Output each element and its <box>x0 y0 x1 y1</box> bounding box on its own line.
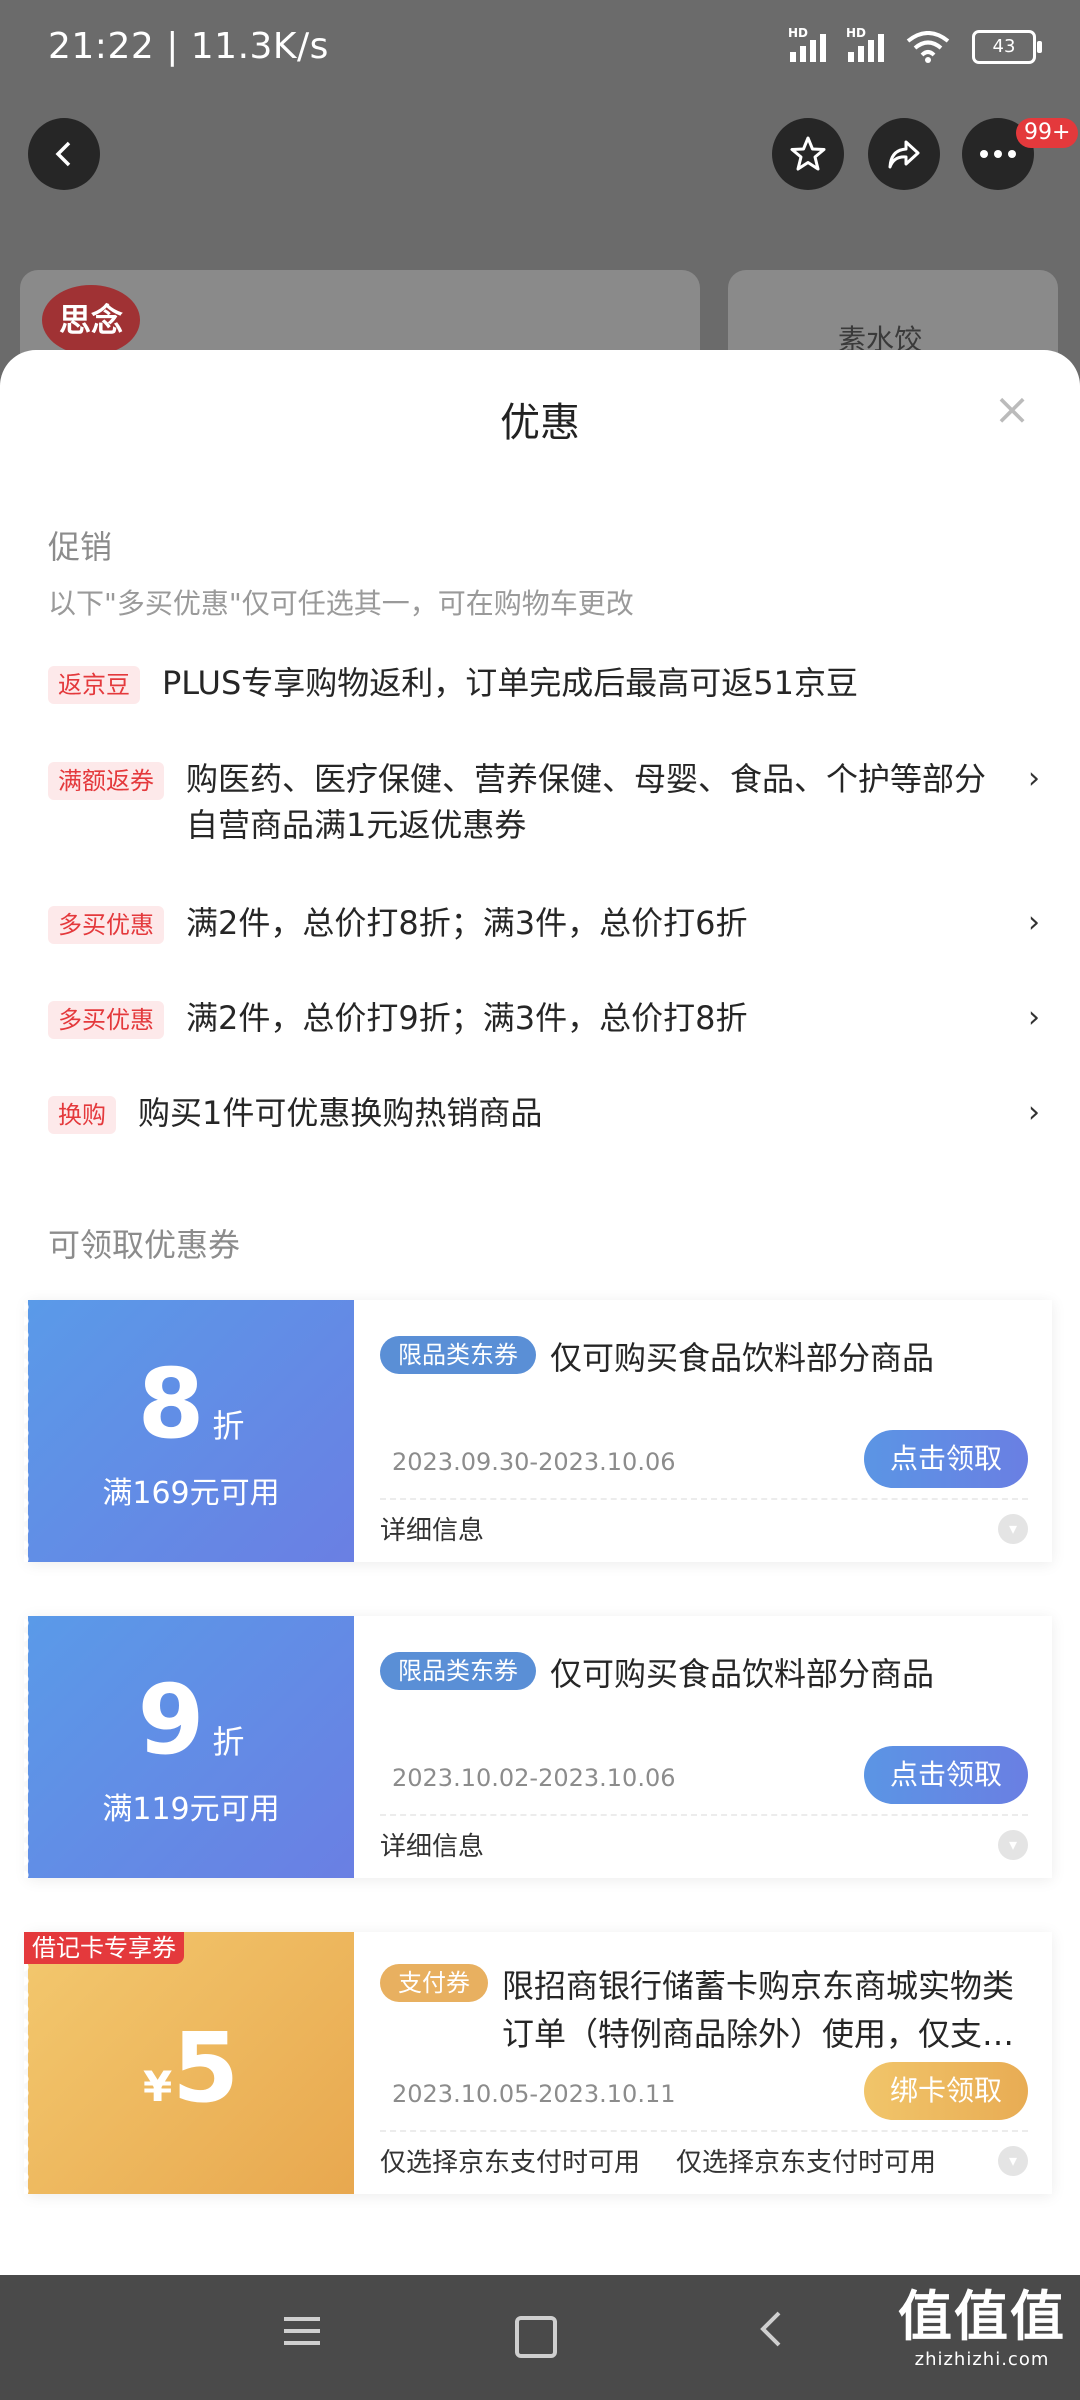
promotion-tag: 满额返券 <box>48 762 164 800</box>
coupon-description: 仅可购买食品饮料部分商品 <box>550 1655 935 1693</box>
chevron-down-icon[interactable]: ▾ <box>998 1830 1028 1860</box>
coupon-footer: 仅选择京东支付时可用 仅选择京东支付时可用 <box>380 2142 936 2179</box>
more-dots-icon <box>980 150 1016 158</box>
battery-icon: 43 <box>972 30 1042 64</box>
divider <box>380 2130 1028 2132</box>
chevron-down-icon[interactable]: ▾ <box>998 1514 1028 1544</box>
system-back-button[interactable] <box>742 2303 802 2363</box>
discount-sheet: 优惠 × 促销 以下"多买优惠"仅可任选其一，可在购物车更改 返京豆 PLUS专… <box>0 350 1080 2275</box>
share-button[interactable] <box>868 118 940 190</box>
coupon-card: 8折 满169元可用 限品类东券 仅可购买食品饮料部分商品 2023.09.30… <box>24 1300 1052 1562</box>
chevron-right-icon: › <box>1028 1095 1040 1130</box>
signal-2-icon: HD <box>846 26 884 62</box>
coupon-section-title: 可领取优惠券 <box>48 1226 241 1264</box>
signal-1-icon: HD <box>788 26 826 62</box>
status-time: 21:22 | 11.3K/s <box>48 26 329 67</box>
coupon-discount-value: 8 <box>137 1348 205 1460</box>
chevron-right-icon: › <box>1028 761 1040 796</box>
watermark: 值值值 zhizhizhi.com <box>898 2285 1066 2370</box>
coupon-card: ¥5 借记卡专享券 支付券 限招商银行储蓄卡购京东商城实物类订单（特例商品除外）… <box>24 1932 1052 2194</box>
favorite-button[interactable] <box>772 118 844 190</box>
system-nav-bar: 值值值 zhizhizhi.com <box>0 2275 1080 2400</box>
promotion-item[interactable]: 多买优惠 满2件，总价打8折；满3件，总价打6折 › <box>48 900 1040 946</box>
promotion-tag: 多买优惠 <box>48 1001 164 1039</box>
bind-card-claim-button[interactable]: 绑卡领取 <box>864 2062 1028 2120</box>
menu-icon <box>284 2317 320 2345</box>
watermark-logo: 值值值 <box>898 2285 1066 2348</box>
back-button[interactable] <box>28 118 100 190</box>
coupon-description: 限招商银行储蓄卡购京东商城实物类订单（特例商品除外）使用，仅支持有… <box>502 1967 1015 2053</box>
coupon-corner-tag: 借记卡专享券 <box>24 1932 184 1964</box>
currency-symbol: ¥ <box>142 2062 173 2111</box>
coupon-condition: 满169元可用 <box>102 1476 280 1511</box>
coupon-details-link[interactable]: 详细信息 <box>380 1510 484 1547</box>
coupon-details-link[interactable]: 详细信息 <box>380 1826 484 1863</box>
notification-badge: 99+ <box>1016 118 1079 148</box>
close-icon[interactable]: × <box>992 388 1032 432</box>
wifi-icon <box>906 31 950 63</box>
recents-menu-button[interactable] <box>272 2303 332 2363</box>
chevron-down-icon[interactable]: ▾ <box>998 2146 1028 2176</box>
coupon-description: 仅可购买食品饮料部分商品 <box>550 1339 935 1377</box>
coupon-type-tag: 限品类东券 <box>380 1336 536 1374</box>
promotion-item[interactable]: 换购 购买1件可优惠换购热销商品 › <box>48 1090 1040 1136</box>
chevron-right-icon: › <box>1028 1000 1040 1035</box>
chevron-right-icon: › <box>1028 905 1040 940</box>
coupon-date: 2023.09.30-2023.10.06 <box>392 1448 676 1476</box>
watermark-site: zhizhizhi.com <box>914 2349 1050 2370</box>
coupon-card: 9折 满119元可用 限品类东券 仅可购买食品饮料部分商品 2023.10.02… <box>24 1616 1052 1878</box>
coupon-condition: 满119元可用 <box>102 1792 280 1827</box>
coupon-footer-text: 仅选择京东支付时可用 <box>380 2148 641 2178</box>
coupon-date: 2023.10.05-2023.10.11 <box>392 2080 676 2108</box>
back-arrow-icon <box>760 2311 781 2347</box>
promotion-tag: 多买优惠 <box>48 906 164 944</box>
promotion-text: 满2件，总价打8折；满3件，总价打6折 <box>186 904 748 942</box>
sheet-title: 优惠 <box>500 400 580 446</box>
home-button[interactable] <box>506 2303 566 2363</box>
promotion-item: 返京豆 PLUS专享购物返利，订单完成后最高可返51京豆 <box>48 660 1040 706</box>
coupon-discount-value: 9 <box>137 1664 205 1776</box>
promotion-text: 购医药、医疗保健、营养保健、母婴、食品、个护等部分自营商品满1元返优惠券 <box>186 760 987 844</box>
chevron-left-icon <box>55 141 71 167</box>
promotion-text: PLUS专享购物返利，订单完成后最高可返51京豆 <box>162 664 858 702</box>
status-bar: 21:22 | 11.3K/s HD HD 43 <box>0 0 1080 100</box>
star-icon <box>790 136 826 171</box>
coupon-date: 2023.10.02-2023.10.06 <box>392 1764 676 1792</box>
home-square-icon <box>515 2315 557 2358</box>
coupon-value-panel: 9折 满119元可用 <box>24 1616 354 1878</box>
coupon-type-tag: 限品类东券 <box>380 1652 536 1690</box>
divider <box>380 1814 1028 1816</box>
claim-coupon-button[interactable]: 点击领取 <box>864 1746 1028 1804</box>
coupon-amount: 5 <box>172 2012 240 2124</box>
promotion-item[interactable]: 多买优惠 满2件，总价打9折；满3件，总价打8折 › <box>48 995 1040 1041</box>
promotion-note: 以下"多买优惠"仅可任选其一，可在购物车更改 <box>48 587 634 620</box>
brand-logo: 思念 <box>42 285 140 355</box>
promotion-section-title: 促销 <box>48 528 113 566</box>
coupon-type-tag: 支付券 <box>380 1964 488 2002</box>
promotion-text: 满2件，总价打9折；满3件，总价打8折 <box>186 999 748 1037</box>
promotion-item[interactable]: 满额返券 购医药、医疗保健、营养保健、母婴、食品、个护等部分自营商品满1元返优惠… <box>48 756 1040 848</box>
promotion-tag: 换购 <box>48 1096 116 1134</box>
claim-coupon-button[interactable]: 点击领取 <box>864 1430 1028 1488</box>
coupon-discount-unit: 折 <box>212 1407 245 1445</box>
coupon-footer-text: 仅选择京东支付时可用 <box>676 2148 937 2178</box>
divider <box>380 1498 1028 1500</box>
promotion-text: 购买1件可优惠换购热销商品 <box>138 1094 543 1132</box>
coupon-value-panel: ¥5 <box>24 1932 354 2194</box>
coupon-discount-unit: 折 <box>212 1723 245 1761</box>
coupon-value-panel: 8折 满169元可用 <box>24 1300 354 1562</box>
share-icon <box>888 140 920 169</box>
promotion-tag: 返京豆 <box>48 666 140 704</box>
